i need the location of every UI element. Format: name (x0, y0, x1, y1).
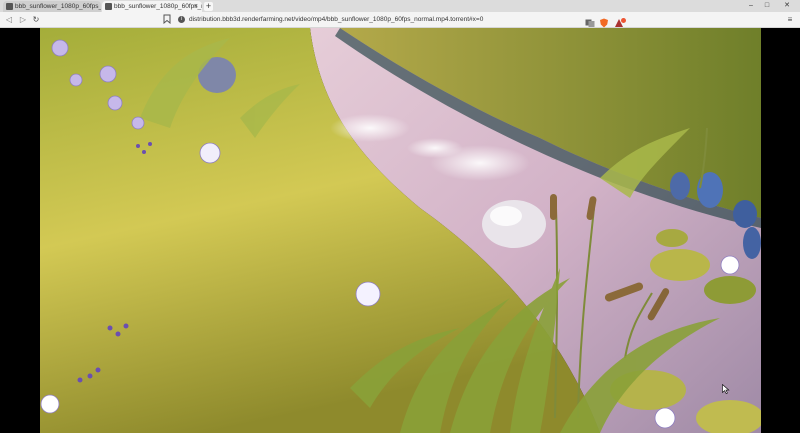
address-bar[interactable]: i distribution.bbb3d.renderfarming.net/v… (175, 14, 625, 26)
tab-title: bbb_sunflower_1080p_60fps_nor (15, 3, 101, 10)
new-tab-button[interactable]: + (204, 2, 213, 11)
brave-shields-icon[interactable] (599, 15, 609, 28)
bookmark-shape-icon (163, 14, 171, 25)
video-favicon-icon (105, 3, 112, 10)
toolbar: ◁ ▷ ↻ i distribution.bbb3d.renderfarming… (0, 12, 800, 28)
water-glint (407, 138, 463, 158)
video-viewport (0, 28, 800, 433)
blue-stone (697, 172, 723, 208)
cattail (550, 194, 557, 220)
rewards-badge: 1 (621, 14, 624, 19)
video-favicon-icon (6, 3, 13, 10)
tab-2[interactable]: bbb_sunflower_1080p_60fps_n × (102, 1, 202, 12)
forward-button[interactable]: ▷ (17, 14, 29, 26)
url-text: distribution.bbb3d.renderfarming.net/vid… (189, 16, 484, 23)
reload-button[interactable]: ↻ (30, 14, 42, 26)
lily-pad (704, 276, 756, 304)
blue-stone (733, 200, 757, 228)
blue-stone (743, 227, 761, 259)
video-frame-scene (40, 28, 761, 433)
brave-rewards-icon[interactable]: 1 (614, 14, 626, 27)
tab-strip: bbb_sunflower_1080p_60fps_nor bbb_sunflo… (0, 0, 800, 12)
water-glint (330, 114, 410, 142)
lion-shield-icon (600, 18, 608, 28)
translate-glyph-icon (585, 19, 595, 27)
rewards-triangle-icon (615, 18, 626, 27)
close-window-button[interactable]: ✕ (780, 0, 794, 11)
pebble-highlight (490, 206, 522, 226)
translate-icon[interactable] (585, 15, 595, 27)
bookmark-icon[interactable] (162, 14, 172, 26)
video-player[interactable] (40, 28, 761, 433)
tab-1[interactable]: bbb_sunflower_1080p_60fps_nor (3, 1, 101, 12)
back-button[interactable]: ◁ (3, 14, 15, 26)
menu-button[interactable]: ≡ (784, 14, 796, 26)
site-info-icon[interactable]: i (178, 16, 185, 23)
close-tab-icon[interactable]: × (194, 1, 198, 12)
maximize-button[interactable]: □ (760, 0, 774, 11)
minimize-button[interactable]: – (744, 0, 758, 11)
tab-title: bbb_sunflower_1080p_60fps_n (114, 3, 202, 10)
mouse-cursor-icon (722, 384, 730, 394)
lily-pad (650, 249, 710, 281)
lily-pad (656, 229, 688, 247)
blue-stone (670, 172, 690, 200)
